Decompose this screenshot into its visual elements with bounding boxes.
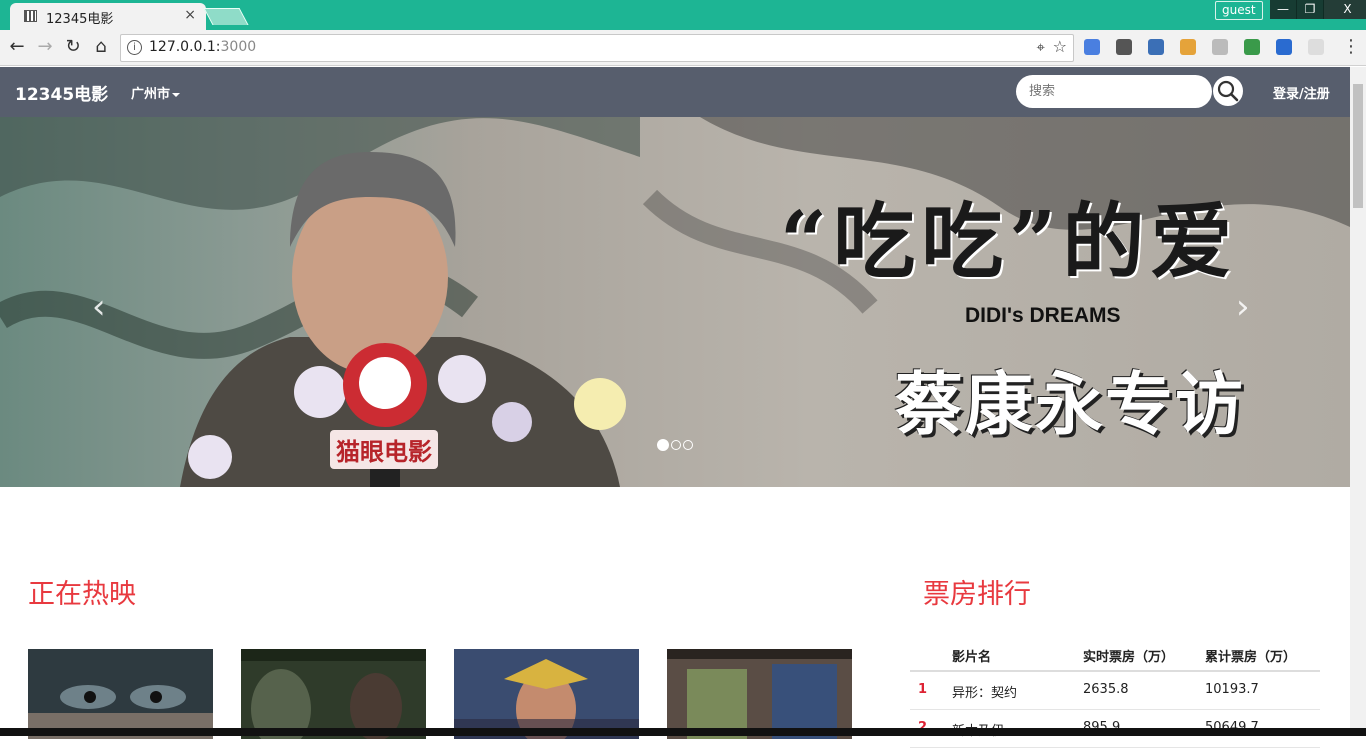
minimize-button[interactable]: — bbox=[1270, 0, 1297, 19]
table-row[interactable]: 1 异形：契约 2635.8 10193.7 bbox=[910, 672, 1320, 710]
maoyan-badge: 猫眼电影 bbox=[330, 430, 438, 469]
extension-icon[interactable] bbox=[1308, 39, 1324, 55]
browser-tab[interactable]: 12345电影 × bbox=[10, 3, 206, 30]
vue-extension-icon[interactable] bbox=[1276, 39, 1292, 55]
scrollbar-thumb[interactable] bbox=[1353, 84, 1363, 208]
window-controls: — ❐ X bbox=[1270, 0, 1366, 19]
search-input[interactable] bbox=[1016, 75, 1212, 108]
city-label: 广州市 bbox=[131, 87, 171, 102]
banner-title-english: DIDI's DREAMS bbox=[965, 304, 1121, 327]
carousel-dot[interactable] bbox=[657, 439, 669, 451]
location-icon[interactable]: ⌖ bbox=[1037, 38, 1045, 56]
new-tab-button[interactable] bbox=[203, 8, 249, 25]
carousel-prev-arrow-icon[interactable]: ‹ bbox=[92, 287, 106, 327]
download-extension-icon[interactable] bbox=[1244, 39, 1260, 55]
site-navbar: 12345电影 广州市 登录/注册 bbox=[0, 67, 1350, 117]
column-header: 累计票房（万） bbox=[1205, 650, 1297, 665]
extension-icon[interactable] bbox=[1180, 39, 1196, 55]
tab-title: 12345电影 bbox=[46, 12, 114, 27]
carousel-indicators bbox=[657, 439, 693, 451]
os-taskbar bbox=[0, 728, 1366, 736]
banner-title: “吃吃”的爱 bbox=[780, 194, 1239, 290]
url-text[interactable]: 127.0.0.1:3000 bbox=[149, 39, 256, 55]
movie-poster[interactable] bbox=[454, 649, 639, 739]
total-box-office: 10193.7 bbox=[1205, 682, 1259, 697]
box-office-title: 票房排行 bbox=[923, 579, 1031, 610]
brand-logo[interactable]: 12345电影 bbox=[15, 80, 108, 105]
forward-arrow-icon[interactable]: → bbox=[34, 36, 56, 57]
address-bar[interactable]: i 127.0.0.1:3000 ⌖ ☆ bbox=[120, 34, 1074, 62]
column-header: 影片名 bbox=[952, 650, 992, 665]
caret-down-icon bbox=[172, 92, 181, 97]
restore-button[interactable]: ❐ bbox=[1297, 0, 1324, 19]
browser-titlebar: 12345电影 × guest — ❐ X bbox=[0, 0, 1366, 30]
tab-close-icon[interactable]: × bbox=[184, 7, 196, 23]
rank: 1 bbox=[918, 682, 928, 697]
reload-icon[interactable]: ↻ bbox=[62, 36, 84, 57]
translate-extension-icon[interactable] bbox=[1084, 39, 1100, 55]
movie-poster[interactable] bbox=[241, 649, 426, 739]
back-arrow-icon[interactable]: ← bbox=[6, 36, 28, 57]
page-scrollbar[interactable] bbox=[1350, 67, 1366, 736]
browser-toolbar: ← → ↻ ⌂ i 127.0.0.1:3000 ⌖ ☆ ⋮ bbox=[0, 30, 1366, 66]
banner-subtitle: 蔡康永专访 bbox=[895, 366, 1246, 445]
menu-icon[interactable]: ⋮ bbox=[1342, 36, 1360, 57]
carousel-next-arrow-icon[interactable]: › bbox=[1236, 287, 1250, 327]
login-register-link[interactable]: 登录/注册 bbox=[1273, 83, 1330, 102]
profile-button[interactable]: guest bbox=[1215, 1, 1263, 20]
banner-carousel[interactable]: “吃吃”的爱 DIDI's DREAMS 蔡康永专访 猫眼电影 ‹ › bbox=[0, 117, 1350, 487]
info-icon[interactable]: i bbox=[127, 40, 142, 55]
movie-poster[interactable] bbox=[28, 649, 213, 739]
extension-icon[interactable] bbox=[1212, 39, 1228, 55]
search-button[interactable] bbox=[1212, 75, 1244, 107]
home-icon[interactable]: ⌂ bbox=[90, 36, 112, 57]
search-icon bbox=[1217, 80, 1239, 102]
star-extension-icon[interactable] bbox=[1148, 39, 1164, 55]
carousel-dot[interactable] bbox=[671, 440, 681, 450]
movie-name[interactable]: 异形：契约 bbox=[952, 682, 1017, 701]
clapperboard-icon bbox=[24, 10, 37, 22]
close-window-button[interactable]: X bbox=[1324, 0, 1366, 19]
table-header: 影片名 实时票房（万） 累计票房（万） bbox=[910, 636, 1320, 672]
bookmark-star-icon[interactable]: ☆ bbox=[1053, 37, 1067, 56]
column-header: 实时票房（万） bbox=[1083, 650, 1175, 665]
realtime-box-office: 2635.8 bbox=[1083, 682, 1129, 697]
city-dropdown[interactable]: 广州市 bbox=[131, 83, 181, 102]
carousel-dot[interactable] bbox=[683, 440, 693, 450]
now-playing-title: 正在热映 bbox=[28, 579, 136, 610]
extension-icon[interactable] bbox=[1116, 39, 1132, 55]
movie-poster[interactable] bbox=[667, 649, 852, 739]
